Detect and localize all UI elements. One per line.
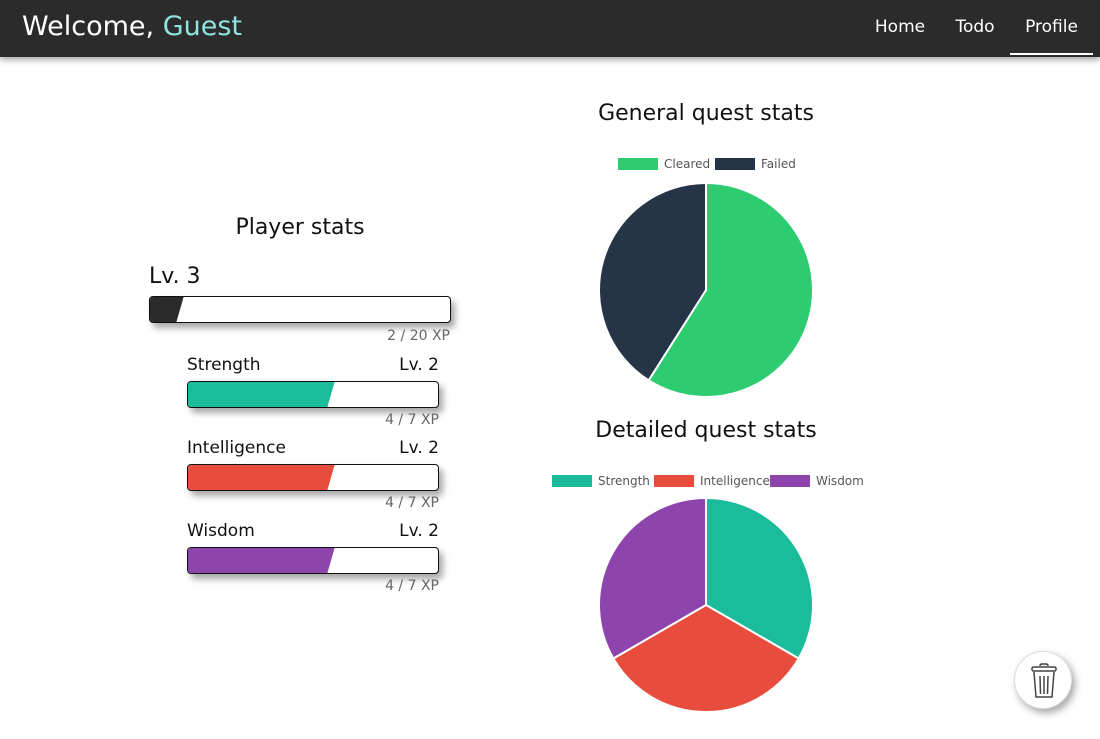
navbar: Welcome, Guest Home Todo Profile (0, 0, 1100, 57)
welcome-banner: Welcome, Guest (22, 9, 242, 45)
general-quest-stats-title: General quest stats (598, 101, 814, 126)
nav-profile-link[interactable]: Profile (1010, 0, 1093, 57)
player-xp-bar-fill (150, 297, 184, 322)
nav-home-link[interactable]: Home (867, 0, 933, 57)
active-tab-indicator (1010, 53, 1093, 55)
trash-icon (1031, 663, 1057, 698)
stat-level-wisdom: Lv. 2 (399, 521, 439, 541)
legend-swatch-wisdom (770, 475, 810, 487)
wisdom-xp-bar (187, 547, 439, 574)
stat-level-strength: Lv. 2 (399, 355, 439, 375)
detailed-quest-stats-title: Detailed quest stats (595, 418, 817, 443)
username: Guest (162, 11, 242, 42)
intelligence-xp-text: 4 / 7 XP (385, 495, 439, 511)
wisdom-xp-text: 4 / 7 XP (385, 578, 439, 594)
player-xp-bar (149, 296, 451, 323)
general-quest-pie-chart (598, 181, 814, 398)
stat-name-wisdom: Wisdom (187, 521, 255, 541)
legend-swatch-intelligence (654, 475, 694, 487)
player-stats-title: Player stats (235, 215, 365, 240)
detailed-quest-pie-chart (598, 496, 814, 713)
player-xp-text: 2 / 20 XP (387, 328, 450, 344)
strength-xp-text: 4 / 7 XP (385, 412, 439, 428)
legend-label-intelligence: Intelligence (700, 474, 770, 488)
legend-swatch-failed (715, 158, 755, 170)
welcome-text: Welcome, (22, 11, 155, 42)
stat-level-intelligence: Lv. 2 (399, 438, 439, 458)
intelligence-xp-bar (187, 464, 439, 491)
legend-swatch-strength (552, 475, 592, 487)
player-level: Lv. 3 (149, 264, 201, 289)
legend-label-cleared: Cleared (664, 157, 711, 171)
wisdom-xp-bar-fill (188, 548, 335, 573)
strength-xp-bar (187, 381, 439, 408)
legend-swatch-cleared (618, 158, 658, 170)
delete-button[interactable] (1014, 651, 1072, 709)
strength-xp-bar-fill (188, 382, 335, 407)
nav-todo-link[interactable]: Todo (945, 0, 1005, 57)
legend-label-strength: Strength (598, 474, 650, 488)
intelligence-xp-bar-fill (188, 465, 335, 490)
legend-label-wisdom: Wisdom (816, 474, 864, 488)
legend-label-failed: Failed (761, 157, 796, 171)
stat-name-strength: Strength (187, 355, 261, 375)
stat-name-intelligence: Intelligence (187, 438, 286, 458)
